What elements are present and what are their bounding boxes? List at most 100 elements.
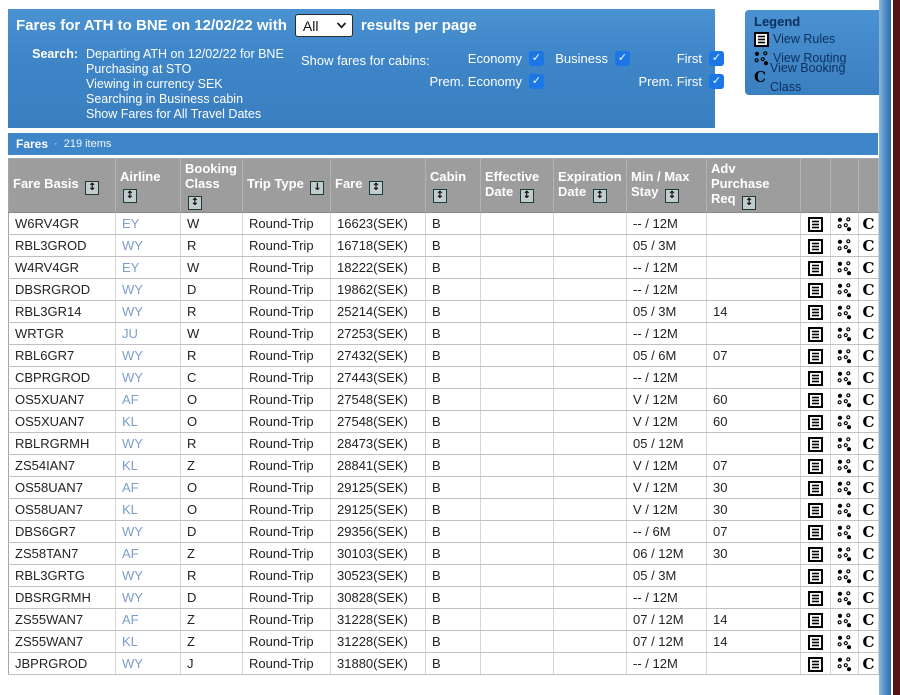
view-booking-class-button[interactable]: C bbox=[863, 525, 875, 540]
view-rules-button[interactable] bbox=[808, 305, 823, 320]
airline-link[interactable]: AF bbox=[122, 546, 139, 561]
view-booking-class-button[interactable]: C bbox=[863, 503, 875, 518]
airline-link[interactable]: WY bbox=[122, 282, 143, 297]
view-rules-button[interactable] bbox=[808, 459, 823, 474]
view-booking-class-button[interactable]: C bbox=[863, 437, 875, 452]
view-booking-class-button[interactable]: C bbox=[863, 217, 875, 232]
results-per-page-select[interactable]: All bbox=[295, 14, 353, 37]
column-header-trip-type[interactable]: Trip Type ↓ bbox=[243, 159, 331, 213]
airline-link[interactable]: AF bbox=[122, 480, 139, 495]
view-routing-button[interactable] bbox=[837, 525, 852, 540]
view-routing-button[interactable] bbox=[837, 437, 852, 452]
view-routing-button[interactable] bbox=[837, 591, 852, 606]
airline-link[interactable]: WY bbox=[122, 304, 143, 319]
airline-link[interactable]: WY bbox=[122, 238, 143, 253]
column-header-airline[interactable]: Airline ↕ bbox=[116, 159, 181, 213]
view-booking-class-button[interactable]: C bbox=[863, 459, 875, 474]
view-rules-button[interactable] bbox=[808, 349, 823, 364]
column-header-adv-purchase-req[interactable]: Adv Purchase Req ↕ bbox=[707, 159, 801, 213]
view-rules-button[interactable] bbox=[808, 261, 823, 276]
view-rules-button[interactable] bbox=[808, 239, 823, 254]
view-rules-button[interactable] bbox=[808, 217, 823, 232]
view-rules-button[interactable] bbox=[808, 327, 823, 342]
view-routing-button[interactable] bbox=[837, 239, 852, 254]
view-rules-button[interactable] bbox=[808, 635, 823, 650]
view-routing-button[interactable] bbox=[837, 547, 852, 562]
cabin-checkbox-business[interactable]: ✓ bbox=[615, 51, 630, 66]
view-routing-button[interactable] bbox=[837, 327, 852, 342]
view-booking-class-button[interactable]: C bbox=[863, 327, 875, 342]
view-booking-class-button[interactable]: C bbox=[863, 547, 875, 562]
cabin-checkbox-economy[interactable]: ✓ bbox=[529, 51, 544, 66]
airline-link[interactable]: EY bbox=[122, 216, 139, 231]
airline-link[interactable]: KL bbox=[122, 502, 138, 517]
view-routing-button[interactable] bbox=[837, 503, 852, 518]
airline-link[interactable]: JU bbox=[122, 326, 138, 341]
view-rules-button[interactable] bbox=[808, 481, 823, 496]
view-rules-button[interactable] bbox=[808, 393, 823, 408]
view-routing-button[interactable] bbox=[837, 393, 852, 408]
view-routing-button[interactable] bbox=[837, 261, 852, 276]
column-header-fare[interactable]: Fare ↕ bbox=[331, 159, 426, 213]
view-booking-class-button[interactable]: C bbox=[863, 239, 875, 254]
view-rules-button[interactable] bbox=[808, 437, 823, 452]
view-booking-class-button[interactable]: C bbox=[863, 591, 875, 606]
view-routing-button[interactable] bbox=[837, 371, 852, 386]
view-routing-button[interactable] bbox=[837, 613, 852, 628]
airline-link[interactable]: EY bbox=[122, 260, 139, 275]
view-booking-class-button[interactable]: C bbox=[863, 481, 875, 496]
cabin-checkbox-prem-economy[interactable]: ✓ bbox=[529, 74, 544, 89]
view-booking-class-button[interactable]: C bbox=[863, 305, 875, 320]
view-routing-button[interactable] bbox=[837, 415, 852, 430]
view-rules-button[interactable] bbox=[808, 283, 823, 298]
view-routing-button[interactable] bbox=[837, 305, 852, 320]
airline-link[interactable]: AF bbox=[122, 392, 139, 407]
airline-link[interactable]: WY bbox=[122, 656, 143, 671]
view-routing-button[interactable] bbox=[837, 283, 852, 298]
view-booking-class-button[interactable]: C bbox=[863, 393, 875, 408]
view-routing-button[interactable] bbox=[837, 481, 852, 496]
column-header-booking-class[interactable]: Booking Class ↕ bbox=[181, 159, 243, 213]
view-booking-class-button[interactable]: C bbox=[863, 613, 875, 628]
airline-link[interactable]: KL bbox=[122, 414, 138, 429]
airline-link[interactable]: WY bbox=[122, 524, 143, 539]
view-booking-class-button[interactable]: C bbox=[863, 635, 875, 650]
view-rules-button[interactable] bbox=[808, 657, 823, 672]
view-booking-class-button[interactable]: C bbox=[863, 283, 875, 298]
cabin-checkbox-prem-first[interactable]: ✓ bbox=[709, 74, 724, 89]
airline-link[interactable]: AF bbox=[122, 612, 139, 627]
column-header-cabin[interactable]: Cabin ↕ bbox=[426, 159, 481, 213]
view-routing-button[interactable] bbox=[837, 349, 852, 364]
airline-link[interactable]: WY bbox=[122, 568, 143, 583]
view-routing-button[interactable] bbox=[837, 217, 852, 232]
view-booking-class-button[interactable]: C bbox=[863, 261, 875, 276]
view-booking-class-button[interactable]: C bbox=[863, 371, 875, 386]
view-routing-button[interactable] bbox=[837, 459, 852, 474]
airline-link[interactable]: WY bbox=[122, 436, 143, 451]
view-rules-button[interactable] bbox=[808, 547, 823, 562]
view-rules-button[interactable] bbox=[808, 613, 823, 628]
view-booking-class-button[interactable]: C bbox=[863, 349, 875, 364]
column-header-fare-basis[interactable]: Fare Basis ↕ bbox=[9, 159, 116, 213]
airline-link[interactable]: KL bbox=[122, 634, 138, 649]
view-routing-button[interactable] bbox=[837, 657, 852, 672]
view-rules-button[interactable] bbox=[808, 591, 823, 606]
airline-link[interactable]: WY bbox=[122, 590, 143, 605]
airline-link[interactable]: WY bbox=[122, 348, 143, 363]
view-rules-button[interactable] bbox=[808, 371, 823, 386]
column-header-effective-date[interactable]: Effective Date ↕ bbox=[481, 159, 554, 213]
view-rules-button[interactable] bbox=[808, 415, 823, 430]
view-rules-button[interactable] bbox=[808, 525, 823, 540]
view-rules-button[interactable] bbox=[808, 503, 823, 518]
cabin-checkbox-first[interactable]: ✓ bbox=[709, 51, 724, 66]
view-booking-class-button[interactable]: C bbox=[863, 657, 875, 672]
view-routing-button[interactable] bbox=[837, 569, 852, 584]
view-booking-class-button[interactable]: C bbox=[863, 415, 875, 430]
view-booking-class-button[interactable]: C bbox=[863, 569, 875, 584]
view-rules-button[interactable] bbox=[808, 569, 823, 584]
airline-link[interactable]: WY bbox=[122, 370, 143, 385]
airline-link[interactable]: KL bbox=[122, 458, 138, 473]
column-header-expiration-date[interactable]: Expiration Date ↕ bbox=[554, 159, 627, 213]
column-header-min-max-stay[interactable]: Min / Max Stay ↕ bbox=[627, 159, 707, 213]
view-routing-button[interactable] bbox=[837, 635, 852, 650]
